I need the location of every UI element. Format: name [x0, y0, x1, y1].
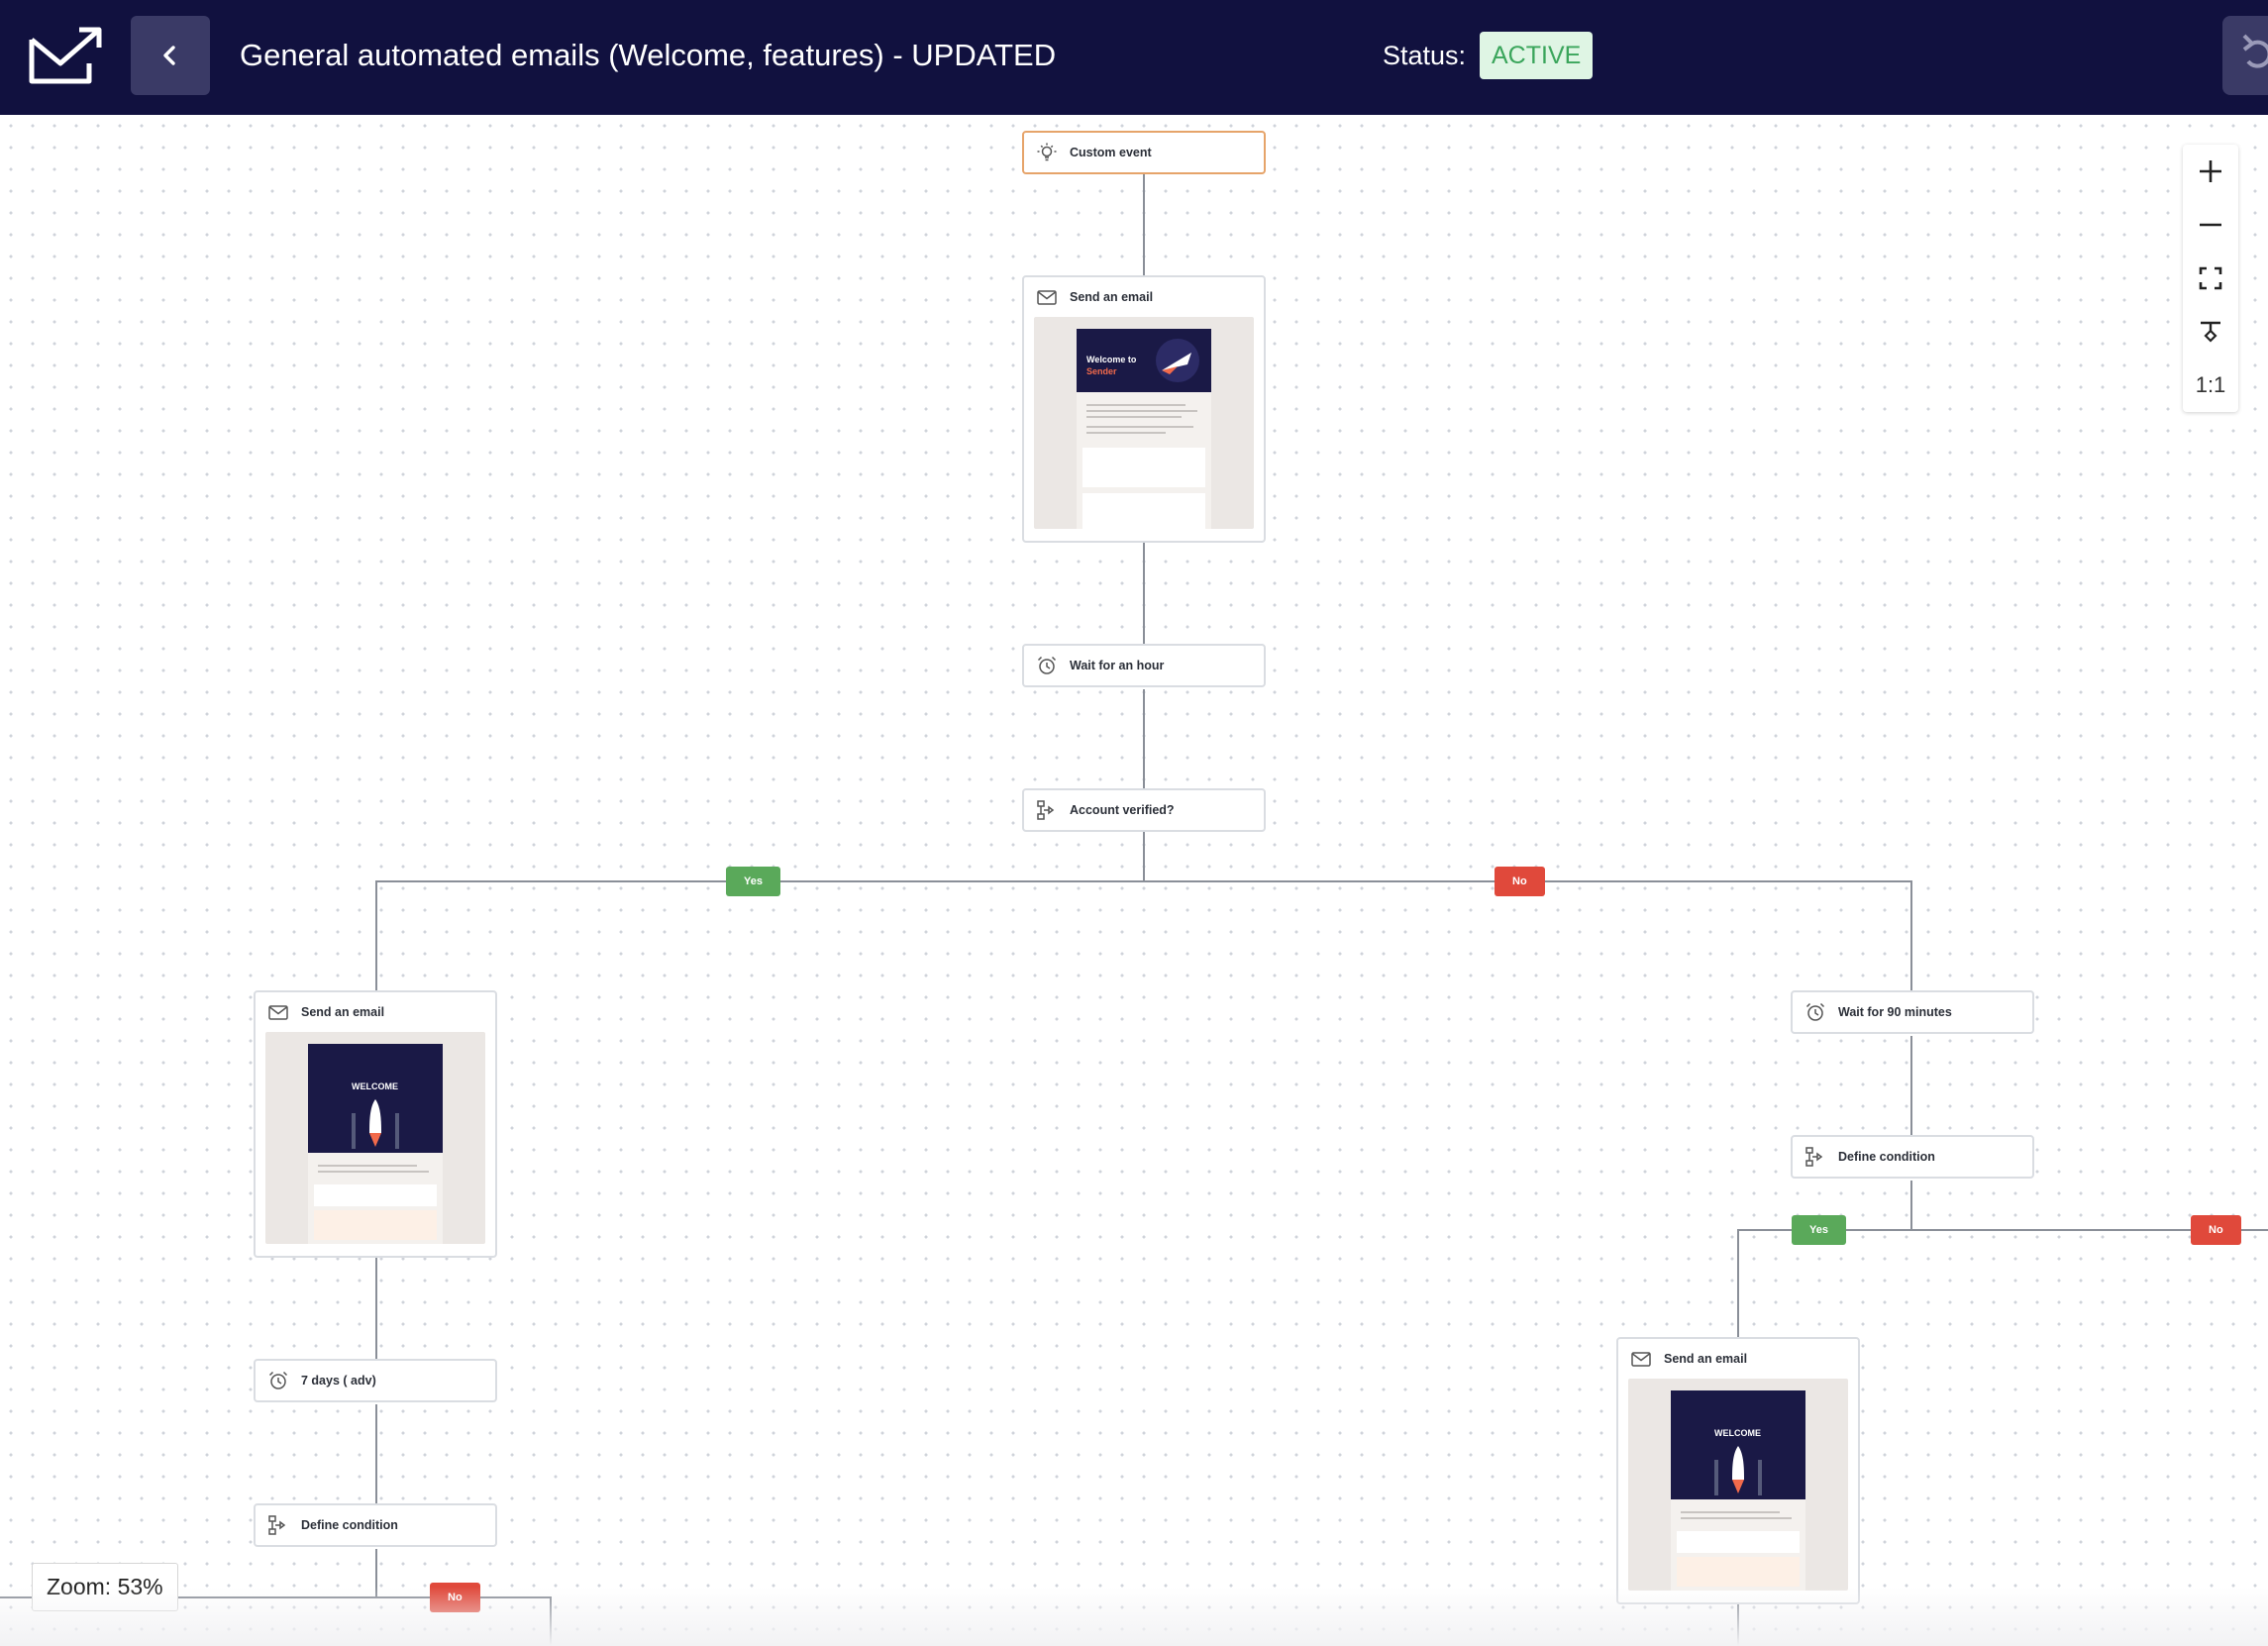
alarm-clock-icon	[1037, 656, 1057, 674]
branch-no-label: No	[2191, 1215, 2241, 1245]
auto-layout-icon	[2201, 321, 2220, 343]
top-bar: General automated emails (Welcome, featu…	[0, 0, 2268, 115]
branch-yes-label: Yes	[726, 867, 780, 896]
node-label: Send an email	[1070, 290, 1154, 304]
node-label: Define condition	[1838, 1150, 1935, 1164]
fit-screen-icon	[2199, 266, 2222, 290]
node-label: Wait for an hour	[1070, 659, 1165, 672]
node-wait-90-minutes[interactable]: Wait for 90 minutes	[1791, 990, 2034, 1034]
alarm-clock-icon	[268, 1371, 288, 1389]
email-preview-body	[1671, 1499, 1805, 1591]
node-define-condition-2[interactable]: Define condition	[254, 1503, 497, 1547]
rocket-illustration-icon	[1714, 1446, 1762, 1495]
branch-no-label: No	[430, 1583, 480, 1612]
reset-zoom-button[interactable]: 1:1	[2183, 359, 2238, 412]
node-label: Wait for 90 minutes	[1838, 1005, 1952, 1019]
auto-layout-button[interactable]	[2183, 305, 2238, 359]
email-preview-body	[308, 1153, 443, 1244]
minus-icon	[2200, 223, 2221, 227]
envelope-logo-icon[interactable]	[28, 24, 107, 87]
envelope-icon	[268, 1005, 288, 1020]
lightbulb-icon	[1037, 143, 1057, 161]
condition-icon	[1805, 1147, 1823, 1167]
node-define-condition-1[interactable]: Define condition	[1791, 1135, 2034, 1179]
email-preview-heading: WELCOME	[352, 1081, 398, 1091]
envelope-icon	[1037, 290, 1057, 305]
plus-icon	[2200, 160, 2221, 182]
workflow-canvas[interactable]: Custom event Send an email Welcome to Se…	[0, 115, 2268, 1646]
zoom-in-button[interactable]	[2183, 145, 2238, 198]
node-label: 7 days ( adv)	[301, 1374, 376, 1388]
rocket-illustration-icon	[352, 1099, 399, 1149]
node-label: Send an email	[1664, 1352, 1748, 1366]
node-account-verified[interactable]: Account verified?	[1022, 788, 1266, 832]
condition-icon	[1037, 800, 1055, 820]
page-title: General automated emails (Welcome, featu…	[240, 38, 1057, 72]
email-preview-hero: WELCOME	[308, 1044, 443, 1153]
email-preview-heading-accent: Sender	[1086, 366, 1117, 376]
node-send-email-1[interactable]: Send an email Welcome to Sender	[1022, 275, 1266, 543]
status-label: Status:	[1383, 41, 1467, 70]
node-label: Send an email	[301, 1005, 385, 1019]
node-send-email-2[interactable]: Send an email WELCOME	[254, 990, 497, 1258]
node-label: Define condition	[301, 1518, 398, 1532]
node-wait-7-days[interactable]: 7 days ( adv)	[254, 1359, 497, 1402]
alarm-clock-icon	[1805, 1002, 1825, 1021]
node-label: Account verified?	[1070, 803, 1175, 817]
email-preview-heading: WELCOME	[1714, 1428, 1761, 1438]
status-badge[interactable]: ACTIVE	[1480, 32, 1594, 79]
condition-icon	[268, 1515, 286, 1535]
email-preview[interactable]: WELCOME	[265, 1032, 485, 1244]
node-custom-event[interactable]: Custom event	[1022, 131, 1266, 174]
branch-no-label: No	[1495, 867, 1545, 896]
zoom-indicator: Zoom: 53%	[32, 1563, 178, 1611]
email-preview-hero: WELCOME	[1671, 1390, 1805, 1499]
zoom-controls: 1:1	[2183, 145, 2238, 412]
envelope-icon	[1631, 1352, 1651, 1367]
node-send-email-3[interactable]: Send an email WELCOME	[1616, 1337, 1860, 1604]
back-button[interactable]	[131, 16, 210, 95]
email-preview[interactable]: Welcome to Sender	[1034, 317, 1254, 529]
email-preview[interactable]: WELCOME	[1628, 1379, 1848, 1591]
header-action-button[interactable]	[2222, 16, 2268, 95]
fit-screen-button[interactable]	[2183, 252, 2238, 305]
chevron-left-icon	[163, 46, 175, 65]
email-preview-body	[1077, 392, 1211, 529]
one-to-one-label: 1:1	[2195, 372, 2226, 397]
node-label: Custom event	[1070, 146, 1152, 159]
zoom-out-button[interactable]	[2183, 198, 2238, 252]
rocket-illustration-icon	[1156, 339, 1199, 382]
email-preview-heading: Welcome to	[1086, 355, 1137, 364]
email-preview-hero: Welcome to Sender	[1077, 329, 1211, 392]
node-wait-hour[interactable]: Wait for an hour	[1022, 644, 1266, 687]
branch-yes-label: Yes	[1792, 1215, 1846, 1245]
refresh-icon	[2242, 34, 2268, 68]
